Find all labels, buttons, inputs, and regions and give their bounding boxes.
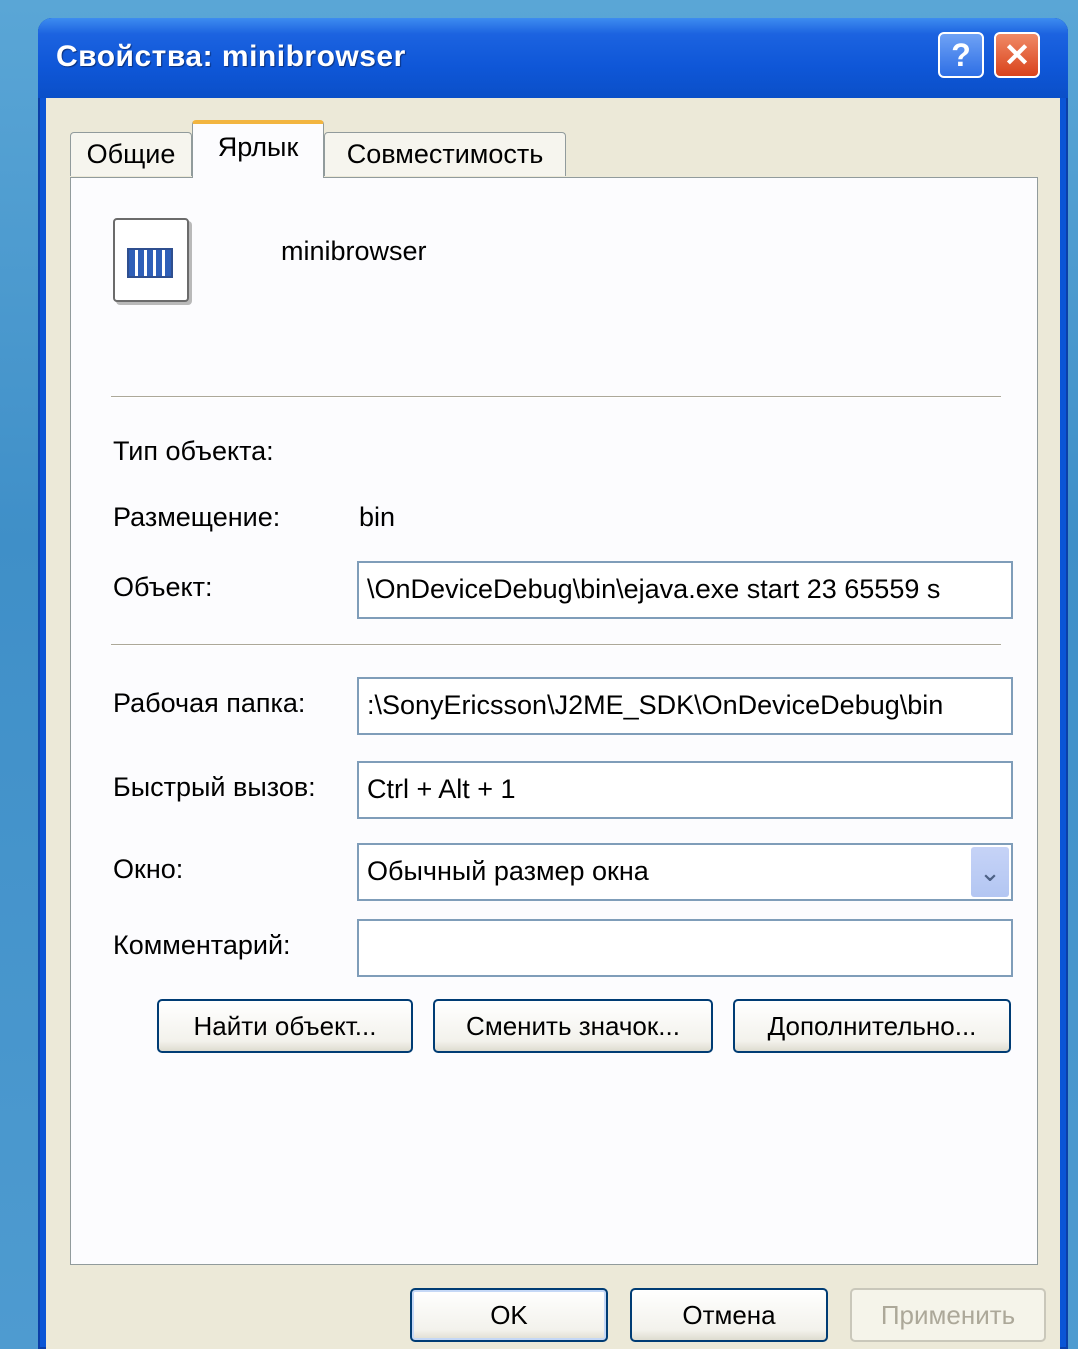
comment-input[interactable] xyxy=(357,919,1013,977)
window-title: Свойства: minibrowser xyxy=(56,40,406,73)
object-type-label: Тип объекта: xyxy=(113,436,274,466)
tab-shortcut[interactable]: Ярлык xyxy=(192,120,324,178)
cancel-button[interactable]: Отмена xyxy=(630,1288,828,1342)
apply-button[interactable]: Применить xyxy=(850,1288,1046,1342)
tab-compatibility[interactable]: Совместимость xyxy=(324,132,566,176)
working-folder-input[interactable]: :\SonyEricsson\J2ME_SDK\OnDeviceDebug\bi… xyxy=(357,677,1013,735)
find-target-button[interactable]: Найти объект... xyxy=(157,999,413,1053)
application-window-icon xyxy=(113,218,189,302)
hotkey-label: Быстрый вызов: xyxy=(113,772,316,802)
window-glyph xyxy=(127,248,173,278)
help-button[interactable]: ? xyxy=(938,32,984,78)
target-label: Объект: xyxy=(113,572,213,602)
shortcut-name: minibrowser xyxy=(281,236,427,266)
window-mode-value: Обычный размер окна xyxy=(367,856,649,886)
title-bar[interactable]: Свойства: minibrowser ? ✕ xyxy=(38,18,1068,98)
tab-general[interactable]: Общие xyxy=(70,132,192,176)
location-label: Размещение: xyxy=(113,502,281,532)
divider xyxy=(111,396,1001,398)
target-input[interactable]: \OnDeviceDebug\bin\ejava.exe start 23 65… xyxy=(357,561,1013,619)
chevron-down-icon[interactable]: ⌄ xyxy=(971,847,1009,897)
hotkey-input[interactable]: Ctrl + Alt + 1 xyxy=(357,761,1013,819)
dialog-client-area: Общие Ярлык Совместимость minibrowser Ти… xyxy=(46,98,1060,1349)
close-button[interactable]: ✕ xyxy=(994,32,1040,78)
ok-button[interactable]: OK xyxy=(410,1288,608,1342)
change-icon-button[interactable]: Сменить значок... xyxy=(433,999,713,1053)
working-folder-label: Рабочая папка: xyxy=(113,688,306,718)
advanced-button[interactable]: Дополнительно... xyxy=(733,999,1011,1053)
shortcut-tab-panel: minibrowser Тип объекта: Размещение: bin… xyxy=(70,177,1038,1265)
window-mode-label: Окно: xyxy=(113,854,184,884)
properties-dialog: Свойства: minibrowser ? ✕ Общие Ярлык Со… xyxy=(38,18,1068,1349)
location-value: bin xyxy=(359,502,396,532)
window-mode-select[interactable]: Обычный размер окна ⌄ xyxy=(357,843,1013,901)
comment-label: Комментарий: xyxy=(113,930,291,960)
divider xyxy=(111,644,1001,646)
